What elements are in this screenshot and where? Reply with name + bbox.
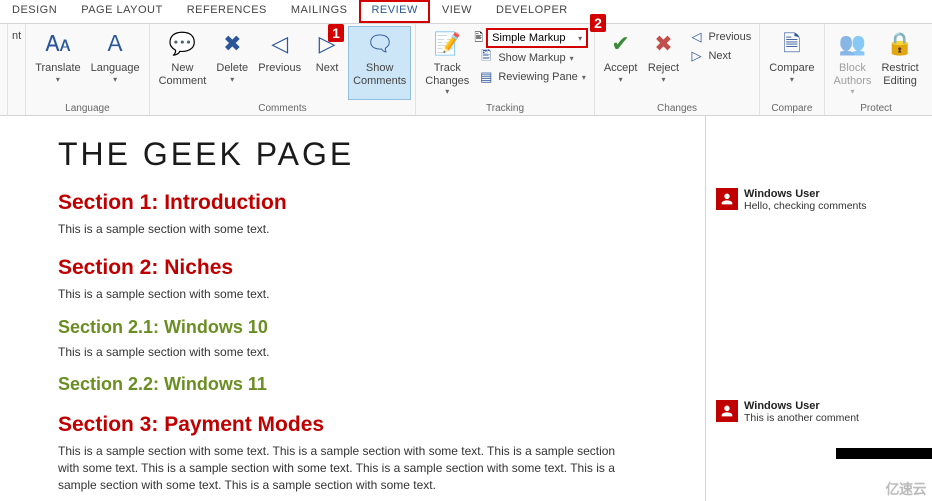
redaction-bar: [836, 448, 932, 459]
track-changes-button[interactable]: 📝 Track Changes ▾: [420, 26, 474, 100]
section-3-text: This is a sample section with some text.…: [58, 443, 628, 493]
show-markup-icon: 🖺: [478, 50, 494, 66]
ribbon: nt 🗛 Translate ▾ Ａ Language ▾ Language 💬…: [0, 24, 932, 116]
translate-button[interactable]: 🗛 Translate ▾: [30, 26, 85, 100]
show-markup-button[interactable]: 🖺 Show Markup ▾: [474, 49, 590, 67]
tab-developer[interactable]: DEVELOPER: [484, 0, 580, 23]
comments-pane: Windows User Hello, checking comments Wi…: [708, 116, 932, 501]
partial-left-button[interactable]: nt: [12, 26, 21, 100]
next-change-icon: ▷: [688, 48, 704, 64]
comment-1[interactable]: Windows User Hello, checking comments: [716, 188, 924, 212]
comment-author: Windows User: [744, 400, 924, 412]
restrict-editing-icon: 🔒: [884, 28, 916, 60]
markup-select-value: Simple Markup: [492, 32, 565, 44]
callout-1: 1: [328, 24, 344, 42]
group-compare: 🗎 Compare ▾ Compare: [760, 24, 824, 115]
tab-references[interactable]: REFERENCES: [175, 0, 279, 23]
section-2-1-text: This is a sample section with some text.: [58, 344, 628, 361]
group-label-compare: Compare: [764, 103, 819, 115]
group-changes: ✔ Accept ▾ ✖ Reject ▾ ◁ Previous ▷ Next: [595, 24, 760, 115]
section-2-text: This is a sample section with some text.: [58, 286, 628, 303]
compare-button[interactable]: 🗎 Compare ▾: [764, 26, 819, 100]
show-comments-button[interactable]: 🗨 Show Comments: [348, 26, 411, 100]
comment-text: Hello, checking comments: [744, 200, 924, 212]
group-comments: 💬 New Comment ✖ Delete ▾ ◁ Previous ▷ Ne…: [150, 24, 417, 115]
group-label-changes: Changes: [599, 103, 755, 115]
chevron-down-icon: ▾: [578, 34, 582, 43]
previous-change-button[interactable]: ◁ Previous: [684, 28, 755, 46]
tab-page-layout[interactable]: PAGE LAYOUT: [69, 0, 175, 23]
heading-section-3: Section 3: Payment Modes: [58, 413, 705, 437]
heading-section-2-1: Section 2.1: Windows 10: [58, 317, 705, 338]
document-area[interactable]: THE GEEK PAGE Section 1: Introduction Th…: [0, 116, 706, 501]
restrict-editing-button[interactable]: 🔒 Restrict Editing: [876, 26, 923, 100]
compare-icon: 🗎: [776, 28, 808, 60]
reviewing-pane-button[interactable]: ▤ Reviewing Pane ▾: [474, 68, 590, 86]
delete-comment-button[interactable]: ✖ Delete ▾: [211, 26, 253, 100]
reject-icon: ✖: [647, 28, 679, 60]
section-1-text: This is a sample section with some text.: [58, 221, 628, 238]
show-comments-icon: 🗨: [364, 28, 396, 60]
doc-title: THE GEEK PAGE: [58, 136, 705, 173]
language-button[interactable]: Ａ Language ▾: [86, 26, 145, 100]
comment-author: Windows User: [744, 188, 924, 200]
next-change-button[interactable]: ▷ Next: [684, 47, 755, 65]
group-label-language: Language: [30, 103, 144, 115]
heading-section-2: Section 2: Niches: [58, 256, 705, 280]
heading-section-1: Section 1: Introduction: [58, 191, 705, 215]
reject-button[interactable]: ✖ Reject ▾: [642, 26, 684, 100]
reviewing-pane-icon: ▤: [478, 69, 494, 85]
group-tracking: 📝 Track Changes ▾ 🖹 Simple Markup ▾ 🖺 Sh…: [416, 24, 595, 115]
comment-text: This is another comment: [744, 412, 924, 424]
tab-view[interactable]: VIEW: [430, 0, 484, 23]
previous-change-icon: ◁: [688, 29, 704, 45]
display-for-review-select[interactable]: Simple Markup ▾: [486, 28, 588, 48]
group-language: 🗛 Translate ▾ Ａ Language ▾ Language: [26, 24, 149, 115]
tab-review[interactable]: REVIEW: [359, 0, 429, 23]
group-label-tracking: Tracking: [420, 103, 590, 115]
previous-comment-icon: ◁: [264, 28, 296, 60]
accept-icon: ✔: [605, 28, 637, 60]
watermark: 亿速云: [886, 479, 927, 499]
new-comment-icon: 💬: [166, 28, 198, 60]
language-icon: Ａ: [99, 28, 131, 60]
new-comment-button[interactable]: 💬 New Comment: [154, 26, 212, 100]
block-authors-button[interactable]: 👥 Block Authors ▾: [829, 26, 877, 100]
group-label-comments: Comments: [154, 103, 412, 115]
avatar-icon: [716, 400, 738, 422]
callout-2: 2: [590, 14, 606, 32]
markup-icon: 🖹: [474, 29, 483, 48]
translate-icon: 🗛: [42, 28, 74, 60]
avatar-icon: [716, 188, 738, 210]
tab-mailings[interactable]: MAILINGS: [279, 0, 360, 23]
delete-icon: ✖: [216, 28, 248, 60]
block-authors-icon: 👥: [836, 28, 868, 60]
ribbon-tabs: DESIGN PAGE LAYOUT REFERENCES MAILINGS R…: [0, 0, 932, 24]
group-protect: 👥 Block Authors ▾ 🔒 Restrict Editing Pro…: [825, 24, 928, 115]
previous-comment-button[interactable]: ◁ Previous: [253, 26, 306, 100]
tab-design[interactable]: DESIGN: [0, 0, 69, 23]
comment-2[interactable]: Windows User This is another comment: [716, 400, 924, 424]
accept-button[interactable]: ✔ Accept ▾: [599, 26, 643, 100]
group-label-protect: Protect: [829, 103, 924, 115]
track-changes-icon: 📝: [431, 28, 463, 60]
heading-section-2-2: Section 2.2: Windows 11: [58, 374, 705, 395]
